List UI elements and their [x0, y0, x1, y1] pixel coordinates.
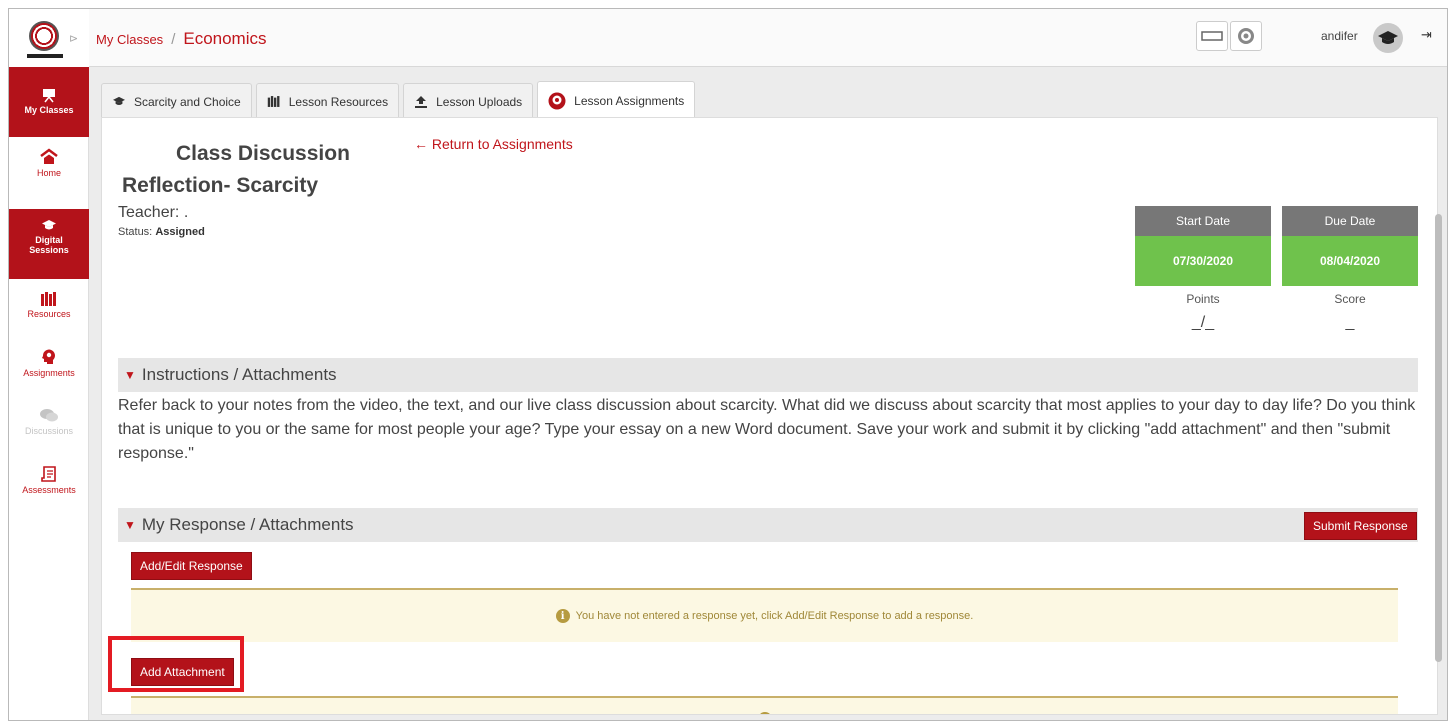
status-label: Status: [118, 226, 153, 238]
logout-icon[interactable]: ⇥ [1421, 27, 1432, 43]
instructions-text: Refer back to your notes from the video,… [118, 397, 1416, 462]
graduation-cap-icon [42, 220, 56, 230]
notice-text: You have not entered a response yet, cli… [575, 610, 974, 622]
status-badge: Assigned [155, 226, 205, 238]
scrollbar[interactable] [1435, 214, 1442, 662]
books-icon [41, 292, 56, 306]
sidebar-item-label: Home [36, 168, 61, 178]
teacher-label: Teacher: . [118, 204, 189, 221]
sidebar-item-label: Digital Sessions [29, 235, 69, 255]
graduation-cap-icon [113, 96, 125, 105]
gear-icon [1238, 28, 1254, 44]
sidebar-item-label: Assessments [22, 485, 76, 495]
tab-lesson-resources[interactable]: Lesson Resources [255, 83, 400, 119]
info-icon [757, 712, 772, 714]
tab-scarcity-and-choice[interactable]: Scarcity and Choice [101, 83, 252, 119]
chevron-down-icon: ▼ [124, 368, 136, 382]
graduation-cap-icon [1378, 31, 1398, 44]
sidebar-item-assessments[interactable]: Assessments [9, 459, 89, 514]
breadcrumb-my-classes[interactable]: My Classes [96, 32, 163, 47]
fullscreen-toggle-button[interactable] [1196, 21, 1228, 51]
tab-label: Lesson Resources [288, 94, 389, 109]
rectangle-icon [1201, 31, 1223, 41]
assignment-panel: Class Discussion Reflection- Scarcity ← … [101, 117, 1438, 715]
add-edit-response-button[interactable]: Add/Edit Response [131, 552, 252, 580]
breadcrumb-current-class: Economics [183, 29, 267, 48]
breadcrumb: My Classes / Economics [96, 29, 267, 49]
sidebar-item-resources[interactable]: Resources [9, 285, 89, 340]
sidebar-item-discussions[interactable]: Discussions [9, 402, 89, 457]
tab-lesson-uploads[interactable]: Lesson Uploads [403, 83, 534, 119]
sidebar-item-label: My Classes [24, 105, 74, 115]
points-label: Points [1186, 292, 1220, 306]
tab-label: Lesson Assignments [574, 93, 685, 108]
books-icon [267, 96, 280, 107]
response-section-header[interactable]: ▼ My Response / Attachments [118, 508, 1418, 542]
app-window: ⊳ My Classes / Economics andifer ⇥ My Cl… [8, 8, 1448, 721]
due-date-value: 08/04/2020 [1282, 236, 1418, 286]
submit-response-button[interactable]: Submit Response [1304, 512, 1417, 540]
chevron-down-icon: ▼ [124, 518, 136, 532]
sidebar-item-label: Discussions [24, 426, 73, 436]
sidebar-item-home[interactable]: Home [9, 142, 89, 197]
sidebar: My Classes Home Digital Sessions Resourc… [9, 67, 89, 720]
start-date-box: Start Date 07/30/2020 Points _/_ [1135, 206, 1271, 332]
sidebar-item-label: Assignments [23, 368, 75, 378]
title-line-2: Reflection- Scarcity [122, 174, 319, 197]
due-date-header: Due Date [1282, 206, 1418, 236]
response-header-label: My Response / Attachments [141, 515, 354, 534]
head-gears-icon [548, 92, 566, 109]
return-to-assignments-link[interactable]: ← Return to Assignments [414, 136, 573, 152]
sidebar-item-assignments[interactable]: Assignments [9, 342, 89, 397]
due-date-box: Due Date 08/04/2020 Score _ [1282, 206, 1418, 332]
instructions-header-label: Instructions / Attachments [141, 365, 337, 384]
start-date-value: 07/30/2020 [1135, 236, 1271, 286]
instructions-section-header[interactable]: ▼ Instructions / Attachments [118, 358, 1418, 392]
title-line-1: Class Discussion [176, 142, 350, 165]
tab-label: Scarcity and Choice [134, 94, 241, 109]
user-name[interactable]: andifer [1321, 29, 1358, 43]
sidebar-item-my-classes[interactable]: My Classes [9, 67, 89, 137]
lesson-tabs: Scarcity and Choice Lesson Resources Les… [101, 81, 699, 119]
exam-paper-icon [41, 466, 56, 482]
start-date-header: Start Date [1135, 206, 1271, 236]
empty-response-notice: i You have not entered a response yet, c… [131, 588, 1398, 642]
tab-lesson-assignments[interactable]: Lesson Assignments [537, 81, 696, 119]
upload-icon [415, 96, 428, 108]
sidebar-toggle-icon[interactable]: ⊳ [69, 32, 78, 45]
chat-bubbles-icon [40, 409, 58, 422]
tab-label: Lesson Uploads [436, 94, 523, 109]
score-value: _ [1345, 314, 1355, 331]
top-bar: ⊳ My Classes / Economics andifer ⇥ [9, 9, 1447, 67]
status-line: Status: Assigned [118, 226, 205, 238]
highlight-box [108, 636, 244, 692]
info-icon: i [555, 609, 570, 623]
settings-button[interactable] [1230, 21, 1262, 51]
sidebar-item-label: Resources [27, 309, 71, 319]
attachment-notice [131, 696, 1398, 714]
sidebar-item-digital-sessions[interactable]: Digital Sessions [9, 209, 89, 279]
school-logo [29, 21, 59, 51]
presentation-board-icon [43, 89, 55, 103]
points-value: _/_ [1191, 314, 1215, 331]
home-icon [40, 148, 58, 164]
page-title: Class Discussion Reflection- Scarcity [122, 138, 350, 202]
head-gears-icon [42, 349, 55, 364]
avatar[interactable] [1373, 23, 1403, 53]
breadcrumb-separator: / [171, 31, 176, 48]
logo-underline [27, 54, 63, 58]
score-label: Score [1334, 292, 1366, 306]
